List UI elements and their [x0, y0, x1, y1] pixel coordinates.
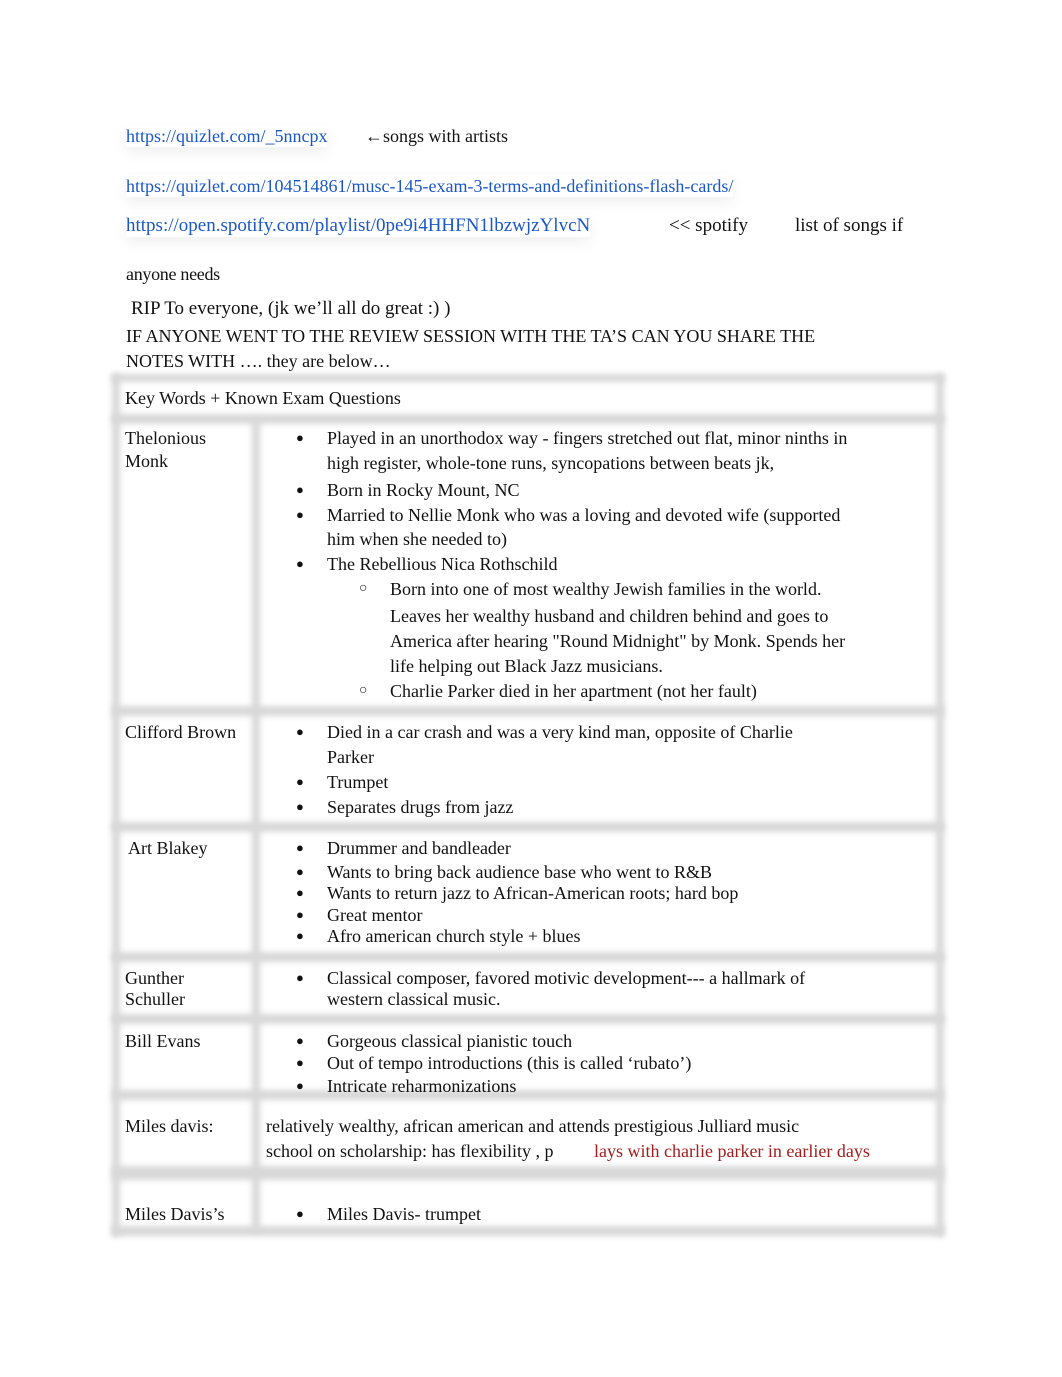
list-item: Died in a car crash and was a very kind … [327, 722, 793, 742]
list-item: Separates drugs from jazz [327, 797, 514, 817]
quizlet-terms-link[interactable]: https://quizlet.com/104514861/musc-145-e… [126, 176, 733, 196]
row-name-line: Thelonious [125, 428, 206, 448]
bullet-icon: ● [296, 430, 304, 445]
spotify-link-wrap: https://open.spotify.com/playlist/0pe9i4… [126, 215, 590, 237]
table-border-top [112, 374, 944, 382]
row-name: Miles Davis’s [125, 1204, 225, 1224]
sub-list-item-continued: America after hearing "Round Midnight" b… [390, 631, 846, 651]
sub-list-item-continued: Leaves her wealthy husband and children … [390, 606, 829, 626]
row-name: Bill Evans [125, 1031, 201, 1051]
list-item-continued: western classical music. [327, 989, 501, 1009]
spotify-note-a: << spotify [669, 215, 748, 236]
bullet-icon: ● [296, 970, 304, 985]
spotify-playlist-link[interactable]: https://open.spotify.com/playlist/0pe9i4… [126, 215, 590, 236]
bullet-icon: ● [296, 1078, 304, 1093]
list-item: Miles Davis- trumpet [327, 1204, 481, 1224]
bullet-icon: ● [296, 864, 304, 879]
table-border-left [112, 374, 120, 1236]
bullet-icon: ● [296, 774, 304, 789]
spotify-note-b: list of songs if [795, 215, 904, 236]
bullet-icon: ● [296, 507, 304, 522]
list-item: Trumpet [327, 772, 389, 792]
table-divider [112, 1166, 944, 1180]
bullet-icon: ● [296, 840, 304, 855]
list-item-continued: him when she needed to) [327, 529, 507, 549]
sub-bullet-icon: ○ [359, 683, 368, 698]
row-text-highlight-red: lays with charlie parker in earlier days [594, 1141, 870, 1161]
bullet-icon: ● [296, 907, 304, 922]
row-name-line: Gunther [125, 968, 184, 988]
row-name: Clifford Brown [125, 722, 237, 742]
bullet-icon: ● [296, 482, 304, 497]
intro-line-review-session: IF ANYONE WENT TO THE REVIEW SESSION WIT… [126, 326, 816, 346]
table-border-right [936, 374, 944, 1236]
sub-bullet-icon: ○ [359, 581, 368, 596]
row-name: Art Blakey [128, 838, 208, 858]
list-item-continued: high register, whole-tone runs, syncopat… [327, 453, 775, 473]
row-name-line: Schuller [125, 989, 185, 1009]
intro-line-rip: RIP To everyone, (jk we’ll all do great … [131, 298, 451, 319]
list-item: Classical composer, favored motivic deve… [327, 968, 806, 988]
table-divider [112, 952, 944, 962]
bullet-icon: ● [296, 1055, 304, 1070]
row-text-line: relatively wealthy, african american and… [266, 1116, 800, 1136]
sub-list-item-continued: life helping out Black Jazz musicians. [390, 656, 663, 676]
sub-list-item: Charlie Parker died in her apartment (no… [390, 681, 757, 701]
bullet-icon: ● [296, 1033, 304, 1048]
list-item-continued: Parker [327, 747, 374, 767]
row-name-line: Monk [125, 451, 169, 471]
intro-line-notes-below: NOTES WITH …. they are below… [126, 351, 391, 371]
table-divider [112, 706, 944, 716]
bullet-icon: ● [296, 1206, 304, 1221]
bullet-icon: ● [296, 556, 304, 571]
list-item: Drummer and bandleader [327, 838, 511, 858]
bullet-icon: ● [296, 885, 304, 900]
list-item: Gorgeous classical pianistic touch [327, 1031, 573, 1051]
quizlet-songs-link-wrap: https://quizlet.com/_5nncpx [126, 125, 327, 147]
list-item: Out of tempo introductions (this is call… [327, 1053, 692, 1073]
table-header: Key Words + Known Exam Questions [125, 388, 401, 408]
bullet-icon: ● [296, 724, 304, 739]
table-divider [112, 414, 944, 424]
table-border-bottom [112, 1226, 944, 1236]
list-item: Wants to bring back audience base who we… [327, 862, 712, 882]
quizlet-songs-link[interactable]: https://quizlet.com/_5nncpx [126, 126, 327, 146]
row-name: Miles davis: [125, 1116, 214, 1136]
quizlet-terms-link-wrap: https://quizlet.com/104514861/musc-145-e… [126, 175, 733, 197]
table-column-divider [252, 419, 260, 1231]
table-divider [112, 822, 944, 832]
row-text-line: school on scholarship: has flexibility ,… [266, 1141, 554, 1161]
list-item: Wants to return jazz to African-American… [327, 883, 739, 903]
table-divider [112, 1090, 944, 1100]
list-item: Afro american church style + blues [327, 926, 581, 946]
bullet-icon: ● [296, 928, 304, 943]
songs-with-artists-note: ←songs with artists [365, 126, 509, 146]
list-item: The Rebellious Nica Rothschild [327, 554, 558, 574]
list-item: Played in an unorthodox way - fingers st… [327, 428, 848, 448]
list-item: Great mentor [327, 905, 423, 925]
list-item: Intricate reharmonizations [327, 1076, 517, 1096]
list-item: Married to Nellie Monk who was a loving … [327, 505, 841, 525]
sub-list-item: Born into one of most wealthy Jewish fam… [390, 579, 822, 599]
bullet-icon: ● [296, 799, 304, 814]
intro-line-anyone-needs: anyone needs [126, 264, 220, 284]
table-divider [112, 1014, 944, 1024]
list-item: Born in Rocky Mount, NC [327, 480, 520, 500]
